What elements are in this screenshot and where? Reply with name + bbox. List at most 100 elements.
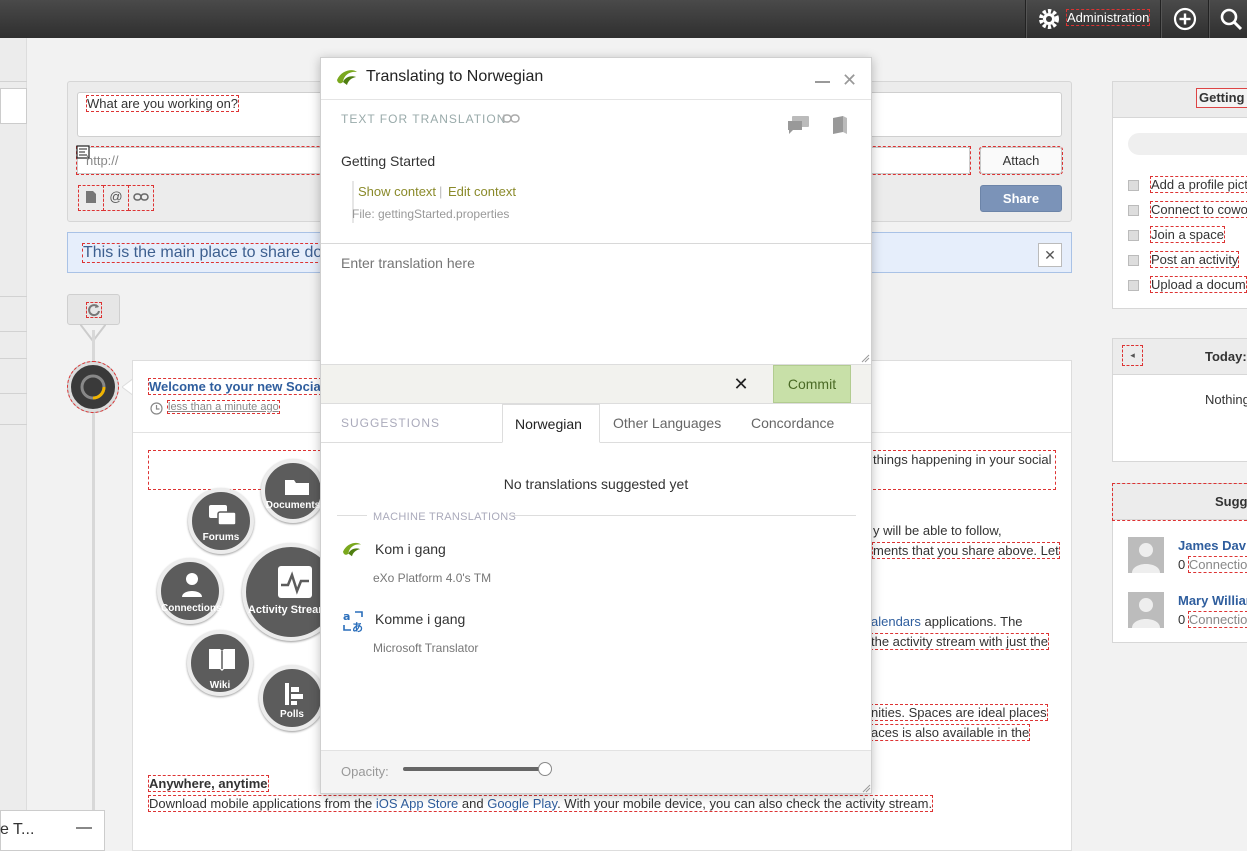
- close-icon: ✕: [733, 374, 749, 394]
- gear-icon[interactable]: [1036, 6, 1062, 32]
- forums-bubble: Forums: [188, 488, 254, 554]
- svg-text:あ: あ: [352, 621, 363, 633]
- task-post-activity[interactable]: Post an activity: [1149, 251, 1240, 268]
- task-checkbox[interactable]: [1128, 255, 1139, 266]
- minimize-button[interactable]: [815, 81, 830, 83]
- forums-label: Forums: [202, 532, 240, 543]
- document-tool-button[interactable]: [78, 185, 104, 211]
- google-play-link[interactable]: Google Play: [487, 796, 557, 811]
- resize-handle-icon[interactable]: [861, 354, 870, 363]
- machine-translation-suggestion[interactable]: Komme i gang: [375, 611, 465, 627]
- search-icon[interactable]: [1218, 6, 1244, 32]
- intro-text-6: nities. Spaces are ideal places: [870, 704, 1048, 721]
- user-silhouette-icon: [1132, 543, 1160, 573]
- chat-bubbles-icon: [209, 505, 237, 526]
- calendar-empty-text: Nothing: [1205, 392, 1247, 407]
- opacity-control-bar: [321, 750, 871, 793]
- calendar-today-label: Today:: [1205, 349, 1247, 364]
- commit-button[interactable]: Commit: [773, 365, 851, 403]
- task-checkbox[interactable]: [1128, 280, 1139, 291]
- suggested-person-name[interactable]: James Dav: [1178, 538, 1246, 553]
- opacity-slider-handle[interactable]: [537, 762, 552, 776]
- task-checkbox[interactable]: [1128, 230, 1139, 241]
- intro-text-2: y will be able to follow,: [873, 523, 1002, 538]
- suggested-person-meta: 0 Connectio: [1178, 556, 1247, 573]
- wiki-label: Wiki: [209, 680, 231, 691]
- no-suggestions-text: No translations suggested yet: [503, 476, 689, 492]
- suggestions-title: Sugg: [1215, 494, 1247, 509]
- clock-icon: [150, 402, 163, 415]
- task-connect-coworkers[interactable]: Connect to cowo: [1150, 201, 1247, 218]
- anywhere-heading: Anywhere, anytime: [148, 775, 269, 792]
- add-circle-icon[interactable]: [1172, 6, 1198, 32]
- document-icon: [86, 191, 96, 203]
- activity-title-link[interactable]: Welcome to your new Socia: [148, 378, 322, 395]
- mobile-apps-text: Download mobile applications from the iO…: [147, 795, 934, 812]
- context-separator: |: [439, 184, 443, 199]
- machine-translation-suggestion[interactable]: Kom i gang: [375, 541, 446, 557]
- polls-label: Polls: [280, 709, 304, 720]
- refresh-button[interactable]: [67, 294, 120, 325]
- suggested-person-connections[interactable]: Connectio: [1187, 611, 1247, 628]
- task-add-profile-picture[interactable]: Add a profile pict: [1150, 176, 1247, 193]
- suggested-person-count: 0: [1178, 557, 1186, 572]
- mention-tool-button[interactable]: @: [103, 185, 129, 211]
- machine-translation-source: Microsoft Translator: [373, 641, 479, 655]
- getting-started-panel: [1112, 81, 1247, 309]
- suggested-person-name[interactable]: Mary Willian: [1178, 593, 1247, 608]
- machine-translation-source: eXo Platform 4.0's TM: [373, 571, 492, 585]
- task-checkbox[interactable]: [1128, 180, 1139, 191]
- tab-other-languages[interactable]: Other Languages: [601, 404, 733, 443]
- link-icon: [133, 193, 149, 201]
- getting-started-title: Getting: [1196, 88, 1247, 108]
- polls-bubble: Polls: [259, 665, 325, 731]
- dialog-divider: [321, 99, 871, 100]
- svg-text:a: a: [343, 610, 350, 623]
- opacity-label: Opacity:: [341, 764, 389, 779]
- glossary-book-icon[interactable]: [831, 115, 849, 135]
- intro-text-4: alendars applications. The: [871, 614, 1023, 629]
- tab-norwegian[interactable]: Norwegian: [502, 404, 600, 443]
- suggested-person-connections[interactable]: Connectio: [1187, 556, 1247, 573]
- suggested-person-meta: 0 Connectio: [1178, 611, 1247, 628]
- task-join-space[interactable]: Join a space: [1150, 226, 1225, 243]
- user-silhouette-icon: [1132, 598, 1160, 628]
- dialog-resize-handle-icon[interactable]: [862, 784, 871, 793]
- attach-button[interactable]: Attach: [979, 146, 1063, 175]
- section-divider: [337, 515, 367, 516]
- activity-avatar[interactable]: [67, 361, 119, 413]
- intro-text-5: the activity stream with just the: [869, 633, 1050, 650]
- user-icon: [182, 573, 202, 597]
- text-for-translation-label: TEXT FOR TRANSLATION: [341, 112, 507, 126]
- opacity-slider-track[interactable]: [403, 767, 549, 771]
- chat-minimize-button[interactable]: [76, 827, 92, 829]
- edit-context-link[interactable]: Edit context: [448, 184, 516, 199]
- close-dialog-button[interactable]: ✕: [842, 70, 857, 90]
- link-tool-button[interactable]: [128, 185, 154, 211]
- ios-app-store-link[interactable]: iOS App Store: [376, 796, 458, 811]
- link-icon[interactable]: [502, 113, 520, 124]
- administration-link[interactable]: Administration: [1065, 9, 1151, 26]
- avatar[interactable]: [1128, 592, 1164, 628]
- wiki-bubble: Wiki: [187, 630, 253, 696]
- crowdin-logo-icon: [343, 542, 361, 557]
- avatar[interactable]: [1128, 537, 1164, 573]
- source-file-label: File: gettingStarted.properties: [352, 207, 510, 221]
- tab-concordance[interactable]: Concordance: [739, 404, 846, 443]
- share-button[interactable]: Share: [980, 185, 1062, 212]
- task-checkbox[interactable]: [1128, 205, 1139, 216]
- banner-close-button[interactable]: ✕: [1038, 243, 1062, 267]
- task-upload-document[interactable]: Upload a docum: [1150, 276, 1247, 293]
- clear-translation-button[interactable]: ✕: [730, 373, 752, 395]
- comments-icon[interactable]: [787, 115, 811, 135]
- translation-textarea[interactable]: [329, 248, 869, 362]
- calendar-prev-button[interactable]: ◂: [1122, 345, 1143, 366]
- activity-pulse-icon: [278, 566, 312, 598]
- intro-text-1: things happening in your social: [873, 452, 1052, 467]
- calendars-link[interactable]: alendars: [871, 614, 921, 629]
- intro-text-7: aces is also available in the: [869, 724, 1031, 741]
- activity-timestamp[interactable]: less than a minute ago: [167, 400, 280, 414]
- bar-chart-icon: [285, 683, 303, 705]
- dialog-divider: [321, 243, 871, 244]
- show-context-link[interactable]: Show context: [352, 184, 436, 199]
